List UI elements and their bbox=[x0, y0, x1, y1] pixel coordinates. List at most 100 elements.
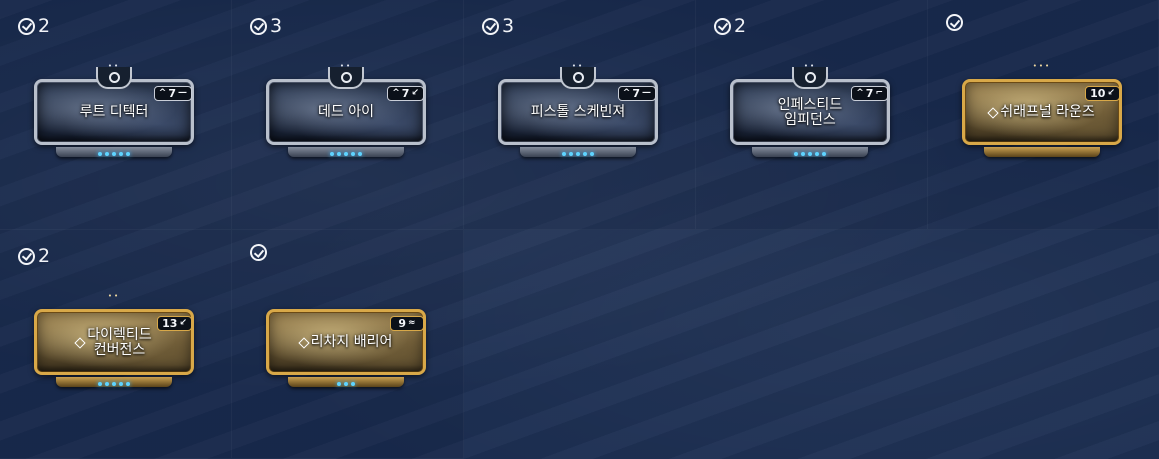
mod-polarity-icon bbox=[804, 71, 816, 83]
mod-name: 쉬래프널 라운즈 bbox=[968, 105, 1116, 120]
owned-count: 2 bbox=[734, 15, 747, 37]
polarity-tab bbox=[96, 67, 132, 89]
drain-caret-icon: ^ bbox=[392, 88, 400, 98]
mod-name-text: 인페스티드 임피던스 bbox=[777, 97, 843, 128]
polarity-tab bbox=[560, 67, 596, 89]
drain-badge: ^ 7 ↙ bbox=[387, 86, 424, 101]
owned-count: 2 bbox=[38, 245, 51, 267]
owned-count: 3 bbox=[270, 15, 283, 37]
rank-dots: ••• bbox=[1032, 62, 1052, 70]
rank-lights bbox=[34, 382, 194, 386]
mod-name: 인페스티드 임피던스 bbox=[736, 98, 884, 128]
mod-card[interactable]: •• ^ 7— 루트 디텍터 bbox=[34, 62, 194, 163]
madurai-polarity-icon: ↙ bbox=[411, 88, 419, 98]
mod-name: 피스톨 스케빈져 bbox=[504, 105, 652, 120]
mod-slot-infested-impedance[interactable]: 2 •• ^ 7 ⌐ 인페스티드 임피던스 bbox=[696, 0, 928, 230]
mod-name-text: 루트 디텍터 bbox=[79, 104, 149, 120]
rank-light bbox=[126, 382, 130, 386]
rank-light bbox=[119, 152, 123, 156]
rank-lights bbox=[266, 152, 426, 156]
mod-card[interactable]: 9 ≈ 리차지 배리어 bbox=[266, 297, 426, 393]
owned-indicator: 2 bbox=[18, 244, 50, 268]
dash-polarity-icon: — bbox=[642, 88, 651, 98]
owned-count: 3 bbox=[502, 15, 515, 37]
mod-name-text: 데드 아이 bbox=[318, 104, 374, 120]
madurai-polarity-icon: ↙ bbox=[1107, 88, 1115, 98]
mod-slot-shrapnel-rounds[interactable]: ••• 10 ↙ 쉬래프널 라운즈 bbox=[928, 0, 1159, 230]
rank-light bbox=[98, 382, 102, 386]
rank-light bbox=[98, 152, 102, 156]
mod-card[interactable]: •• 13 ↙ 다이렉티드 컨버전스 bbox=[34, 292, 194, 393]
mod-name-text: 쉬래프널 라운즈 bbox=[1000, 104, 1095, 120]
mod-name-text: 피스톨 스케빈져 bbox=[530, 104, 626, 120]
mod-polarity-icon bbox=[340, 71, 352, 83]
rank-light bbox=[801, 152, 805, 156]
owned-indicator bbox=[250, 244, 270, 261]
drain-value: 10 bbox=[1090, 87, 1106, 100]
mod-name-text: 리차지 배리어 bbox=[310, 334, 393, 350]
mod-polarity-icon bbox=[572, 71, 584, 83]
check-circle-icon bbox=[250, 17, 267, 35]
check-circle-icon bbox=[18, 247, 35, 265]
mod-polarity-icon bbox=[108, 71, 120, 83]
rank-light bbox=[576, 152, 580, 156]
mod-name-text: 다이렉티드 컨버전스 bbox=[87, 327, 152, 358]
drain-badge: 10 ↙ bbox=[1085, 86, 1120, 101]
owned-indicator: 2 bbox=[714, 14, 746, 38]
dash-polarity-icon: — bbox=[178, 88, 187, 98]
rank-light bbox=[794, 152, 798, 156]
mod-card[interactable]: •• ^ 7 ↙ 데드 아이 bbox=[266, 62, 426, 163]
polarity-tab bbox=[792, 67, 828, 89]
mod-slot-recharge-barrier[interactable]: 9 ≈ 리차지 배리어 bbox=[232, 230, 464, 459]
drain-value: 7 bbox=[401, 87, 410, 100]
owned-indicator bbox=[946, 14, 966, 31]
mod-card[interactable]: •• ^ 7— 피스톨 스케빈져 bbox=[498, 62, 658, 163]
owned-indicator: 3 bbox=[250, 14, 282, 38]
mod-card[interactable]: ••• 10 ↙ 쉬래프널 라운즈 bbox=[962, 62, 1122, 163]
drain-caret-icon: ^ bbox=[622, 88, 631, 98]
rank-lights bbox=[730, 152, 890, 156]
drain-value: 7 bbox=[168, 87, 176, 100]
mod-card[interactable]: •• ^ 7 ⌐ 인페스티드 임피던스 bbox=[730, 62, 890, 163]
rank-lights bbox=[34, 152, 194, 156]
drain-badge: ^ 7— bbox=[617, 86, 656, 101]
check-circle-icon bbox=[946, 14, 963, 31]
rank-light bbox=[105, 152, 109, 156]
card-foot bbox=[984, 147, 1100, 157]
rank-light bbox=[112, 382, 116, 386]
mod-collection-grid: 2 •• ^ 7— 루트 디텍터 3 •• ^ 7 ↙ 데드 아이 3 •• ^… bbox=[0, 0, 1159, 459]
mod-slot-pistol-scavenger[interactable]: 3 •• ^ 7— 피스톨 스케빈져 bbox=[464, 0, 696, 230]
rank-light bbox=[337, 152, 341, 156]
mod-slot-directed-convergence[interactable]: 2 •• 13 ↙ 다이렉티드 컨버전스 bbox=[0, 230, 232, 459]
rank-dots: •• bbox=[107, 292, 121, 300]
owned-indicator: 2 bbox=[18, 14, 50, 38]
rank-light bbox=[562, 152, 566, 156]
mod-name: 루트 디텍터 bbox=[40, 105, 188, 120]
rank-light bbox=[822, 152, 826, 156]
mod-name: 데드 아이 bbox=[272, 105, 420, 120]
rank-light bbox=[330, 152, 334, 156]
rank-light bbox=[808, 152, 812, 156]
vazarin-polarity-icon: ≈ bbox=[408, 318, 416, 328]
rank-lights bbox=[498, 152, 658, 156]
rank-light bbox=[590, 152, 594, 156]
drain-badge: 9 ≈ bbox=[390, 316, 424, 331]
check-circle-icon bbox=[714, 17, 731, 35]
mod-name: 리차지 배리어 bbox=[272, 335, 420, 350]
check-circle-icon bbox=[250, 244, 267, 261]
drain-value: 7 bbox=[632, 87, 640, 100]
rank-light bbox=[569, 152, 573, 156]
check-circle-icon bbox=[18, 17, 35, 35]
rank-light bbox=[126, 152, 130, 156]
rank-light bbox=[583, 152, 587, 156]
rank-light bbox=[815, 152, 819, 156]
rank-light bbox=[344, 382, 348, 386]
rank-light bbox=[119, 382, 123, 386]
rank-light bbox=[112, 152, 116, 156]
aura-diamond-icon bbox=[987, 106, 999, 119]
drain-value: 9 bbox=[398, 317, 407, 330]
mod-name: 다이렉티드 컨버전스 bbox=[40, 328, 188, 358]
mod-slot-dead-eye[interactable]: 3 •• ^ 7 ↙ 데드 아이 bbox=[232, 0, 464, 230]
rank-light bbox=[344, 152, 348, 156]
mod-slot-loot-detector[interactable]: 2 •• ^ 7— 루트 디텍터 bbox=[0, 0, 232, 230]
